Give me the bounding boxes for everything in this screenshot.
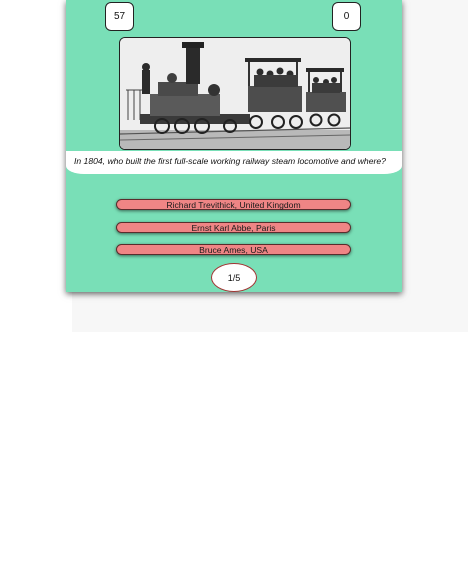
question-progress: 1/5: [211, 263, 257, 292]
locomotive-photo: [120, 38, 350, 149]
answer-label-3: Bruce Ames, USA: [199, 244, 268, 255]
question-image: [119, 37, 351, 150]
page: 57 0 In 1804, who built the first full-s…: [0, 0, 468, 574]
question-text: In 1804, who built the first full-scale …: [74, 156, 386, 166]
answer-button-2[interactable]: Ernst Karl Abbe, Paris: [116, 222, 351, 233]
answer-button-3[interactable]: Bruce Ames, USA: [116, 244, 351, 255]
quiz-card: 57 0 In 1804, who built the first full-s…: [66, 0, 402, 292]
answer-label-1: Richard Trevithick, United Kingdom: [166, 199, 301, 210]
timer-badge: 57: [105, 2, 134, 31]
answer-button-1[interactable]: Richard Trevithick, United Kingdom: [116, 199, 351, 210]
progress-label: 1/5: [227, 272, 241, 283]
score-badge: 0: [332, 2, 361, 31]
score-value: 0: [343, 11, 350, 22]
timer-value: 57: [113, 11, 126, 22]
answer-label-2: Ernst Karl Abbe, Paris: [191, 222, 276, 233]
